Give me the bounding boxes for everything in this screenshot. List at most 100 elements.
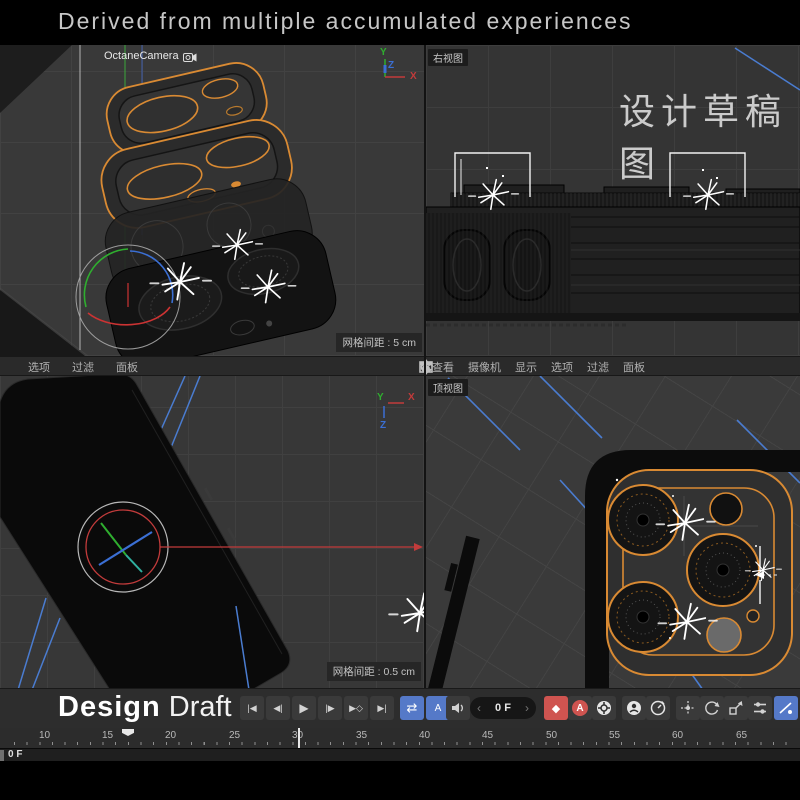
autokey-icon: A bbox=[572, 700, 588, 716]
range-start-handle[interactable] bbox=[0, 750, 4, 761]
menu-filter[interactable]: 过滤 bbox=[72, 359, 94, 375]
speaker-icon bbox=[452, 702, 465, 714]
keyframe-record-icon: ◆ bbox=[552, 702, 560, 715]
animation-toolbar: Design Draft |◀ ◀| ▶ |▶ ▶◇ ▶| ⇄ A ‹ 0 F … bbox=[0, 688, 800, 728]
phone-edge-silhouette bbox=[0, 45, 72, 113]
record-position-icon bbox=[626, 700, 642, 716]
filter-sliders-button[interactable] bbox=[748, 696, 772, 720]
ruler-tick: 35 bbox=[356, 730, 367, 741]
autokey-button[interactable]: A bbox=[568, 696, 592, 720]
application-window: Derived from multiple accumulated experi… bbox=[0, 0, 800, 800]
menu-panel[interactable]: 面板 bbox=[116, 359, 138, 375]
front-view-scene bbox=[0, 376, 424, 690]
viewport-name-label[interactable]: 右视图 bbox=[428, 49, 468, 66]
frame-counter-value: 0 F bbox=[495, 702, 511, 714]
design-draft-watermark: 设计草稿图 bbox=[619, 83, 800, 187]
viewport-perspective[interactable]: OctaneCamera Y Z X 网格间距 : 5 cm bbox=[0, 45, 424, 356]
ruler-tick: 60 bbox=[672, 730, 683, 741]
menu-options[interactable]: 选项 bbox=[551, 359, 573, 375]
top-view-scene bbox=[426, 376, 800, 690]
ruler-tick: 50 bbox=[546, 730, 557, 741]
loop-playback-button[interactable]: ⇄ bbox=[400, 696, 424, 720]
go-to-end-button[interactable]: ▶| bbox=[370, 696, 394, 720]
axis-label-x: X bbox=[408, 392, 415, 403]
timeline-range-bar[interactable]: 0 F bbox=[0, 748, 800, 761]
brand-bold: Design bbox=[58, 691, 161, 723]
phone-side-model[interactable] bbox=[426, 185, 800, 325]
viewport-front-view[interactable]: Y X Z 网格间距 : 0.5 cm bbox=[0, 376, 424, 690]
phone-back-model[interactable] bbox=[0, 376, 290, 690]
active-camera-label[interactable]: OctaneCamera bbox=[104, 50, 197, 62]
ruler-tick: 25 bbox=[229, 730, 240, 741]
menu-display[interactable]: 显示 bbox=[515, 359, 537, 375]
header-bar: Derived from multiple accumulated experi… bbox=[0, 0, 800, 44]
frame-counter-field[interactable]: ‹ 0 F › bbox=[470, 697, 536, 719]
playhead[interactable] bbox=[298, 728, 300, 748]
record-position-button[interactable] bbox=[622, 696, 646, 720]
viewport-top-view[interactable]: 顶视图 bbox=[426, 376, 800, 690]
rotate-key-button[interactable] bbox=[700, 696, 724, 720]
timeline-marker[interactable] bbox=[122, 729, 134, 736]
play-to-key-button[interactable]: ▶◇ bbox=[344, 696, 368, 720]
ruler-tick: 55 bbox=[609, 730, 620, 741]
menu-options[interactable]: 选项 bbox=[28, 359, 50, 375]
previous-frame-button[interactable]: ◀| bbox=[266, 696, 290, 720]
grid-spacing-label: 网格间距 : 5 cm bbox=[336, 333, 422, 352]
menu-bar-left: 选项 过滤 面板 bbox=[0, 357, 424, 377]
camera-name: OctaneCamera bbox=[104, 50, 179, 62]
next-frame-button[interactable]: |▶ bbox=[318, 696, 342, 720]
perspective-scene bbox=[0, 45, 424, 356]
viewport-right-view[interactable]: 右视图 设计草稿图 bbox=[426, 45, 800, 356]
menu-panel[interactable]: 面板 bbox=[623, 359, 645, 375]
axis-label-y: Y bbox=[380, 47, 387, 58]
page-title: Derived from multiple accumulated experi… bbox=[58, 8, 633, 35]
frame-increment-chevron[interactable]: › bbox=[525, 701, 529, 715]
axis-label-y: Y bbox=[377, 392, 384, 403]
play-button[interactable]: ▶ bbox=[292, 696, 316, 720]
axis-label-z: Z bbox=[380, 420, 386, 431]
filter-sliders-icon bbox=[752, 700, 768, 716]
orientation-axis-gizmo bbox=[384, 403, 404, 418]
brand-light: Draft bbox=[169, 691, 232, 723]
viewport-splitter[interactable] bbox=[424, 45, 426, 690]
range-start-label: 0 F bbox=[8, 749, 22, 760]
key-interpolation-icon bbox=[778, 700, 794, 716]
move-key-icon bbox=[680, 700, 696, 716]
camera-case-exploded-model[interactable] bbox=[60, 52, 342, 356]
viewport-name-label[interactable]: 顶视图 bbox=[428, 379, 468, 396]
viewport-menu-row: 选项 过滤 面板 bbox=[0, 356, 800, 376]
timeline-ruler[interactable]: 10 15 20 25 30 35 40 45 50 55 60 65 bbox=[0, 728, 800, 748]
move-key-button[interactable] bbox=[676, 696, 700, 720]
keyframe-options-button[interactable] bbox=[592, 696, 616, 720]
keyframe-options-icon bbox=[596, 700, 612, 716]
menu-bar-right: 查看 摄像机 显示 选项 过滤 面板 bbox=[426, 357, 800, 377]
speaker-button[interactable] bbox=[446, 696, 470, 720]
axis-label-z: Z bbox=[388, 60, 394, 71]
ruler-tick: 20 bbox=[165, 730, 176, 741]
go-to-start-button[interactable]: |◀ bbox=[240, 696, 264, 720]
key-interpolation-button[interactable] bbox=[774, 696, 798, 720]
axis-label-x: X bbox=[410, 71, 417, 82]
rotate-key-icon bbox=[704, 700, 720, 716]
ruler-tick: 40 bbox=[419, 730, 430, 741]
phone-edge-silhouette bbox=[0, 290, 85, 356]
frame-decrement-chevron[interactable]: ‹ bbox=[477, 701, 481, 715]
ruler-tick-marks bbox=[14, 742, 794, 745]
record-parameter-icon bbox=[650, 700, 666, 716]
camera-icon bbox=[183, 51, 197, 62]
keyframe-record-button[interactable]: ◆ bbox=[544, 696, 568, 720]
ruler-tick: 45 bbox=[482, 730, 493, 741]
ruler-tick: 15 bbox=[102, 730, 113, 741]
scale-key-button[interactable] bbox=[724, 696, 748, 720]
menu-filter[interactable]: 过滤 bbox=[587, 359, 609, 375]
ruler-tick: 10 bbox=[39, 730, 50, 741]
lens-flare-spark bbox=[389, 593, 424, 631]
phone-shell-edge bbox=[426, 534, 480, 690]
menu-view[interactable]: 查看 bbox=[432, 359, 454, 375]
ruler-tick: 65 bbox=[736, 730, 747, 741]
record-parameter-button[interactable] bbox=[646, 696, 670, 720]
camera-bump-model[interactable] bbox=[607, 470, 792, 675]
menu-camera[interactable]: 摄像机 bbox=[468, 359, 501, 375]
design-draft-caption: Design Draft bbox=[58, 691, 232, 724]
scale-key-icon bbox=[728, 700, 744, 716]
